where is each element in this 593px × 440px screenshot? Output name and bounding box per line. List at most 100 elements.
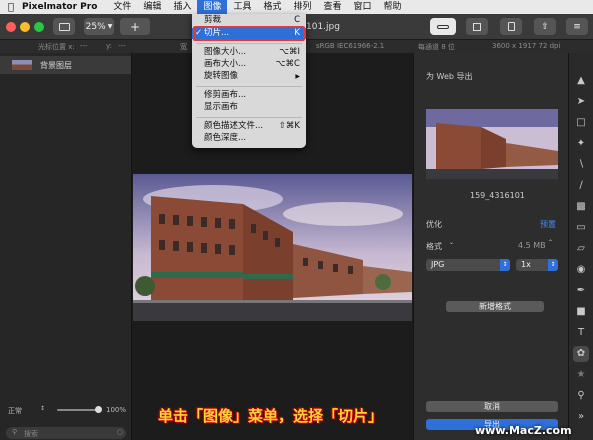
menu-separator [196,117,302,118]
menu-item-canvas-size[interactable]: 画布大小... ⌥⌘C [192,59,306,70]
chevron-down-icon: ⌄ [449,239,455,246]
layer-thumbnail [12,60,32,70]
layer-name: 背景图层 [40,60,72,70]
gradient-icon[interactable]: ▩ [573,199,589,215]
adjust-button[interactable]: ≡ [566,18,588,35]
chevron-updown-icon: ↕ [548,259,558,271]
apple-icon[interactable]:  [0,2,22,13]
menu-item-shortcut: ⌥⌘I [279,47,300,57]
add-button[interactable]: + [120,18,150,35]
menu-arrange[interactable]: 排列 [288,0,318,14]
cursor-y-label: y: [106,42,112,50]
brush-icon[interactable]: ∕ [573,178,589,194]
menu-item-reveal-canvas[interactable]: 显示画布 [192,102,306,113]
pencil-icon [437,24,449,29]
menu-item-label: 修剪画布... [204,90,247,100]
watermark: www.MacZ.com [475,424,572,437]
menu-edit[interactable]: 编辑 [137,0,167,14]
eyedropper-icon[interactable]: ∖ [573,157,589,173]
sliders-icon: ≡ [573,21,581,32]
arrange-icon[interactable]: ➤ [573,94,589,110]
retouch-icon[interactable]: ▱ [573,241,589,257]
menu-item-color-depth[interactable]: 颜色深度... [192,133,306,144]
app-window:  Pixelmator Pro 文件 编辑 插入 图像 工具 格式 排列 查看… [0,0,593,440]
menu-insert[interactable]: 插入 [167,0,197,14]
filter-icon[interactable]: ○ [117,428,123,436]
magic-icon[interactable]: ✦ [573,136,589,152]
minimize-window-button[interactable] [20,22,30,32]
type-icon[interactable]: T [573,325,589,341]
menu-item-label: 剪裁 [204,15,222,25]
menu-image[interactable]: 图像 [197,0,228,14]
eraser-icon[interactable]: ▭ [573,220,589,236]
document-button[interactable] [500,18,522,35]
export-title: 为 Web 导出 [426,72,473,81]
menu-item-crop[interactable]: 剪裁 C [192,15,306,26]
style-icon[interactable]: ▲ [573,73,589,89]
preset-link[interactable]: 预置 [540,219,556,230]
menu-item-label: 图像大小... [204,47,247,57]
pen-icon[interactable]: ✒ [573,283,589,299]
menu-item-rotate-image[interactable]: 旋转图像 ▶ [192,71,306,82]
cursor-x-label: 光标位置 x: [38,43,75,51]
menu-tools[interactable]: 工具 [227,0,257,14]
layer-search[interactable]: ⚲ 搜索 ○ [6,427,126,439]
share-icon: ⇧ [541,21,549,32]
menu-separator [196,86,302,87]
export-preview[interactable] [426,109,558,179]
effects-icon[interactable]: ✿ [573,346,589,362]
shape-icon[interactable]: ■ [573,304,589,320]
zoom-window-button[interactable] [34,22,44,32]
crop-icon [473,22,481,31]
menu-window[interactable]: 窗口 [348,0,378,14]
menu-help[interactable]: 帮助 [378,0,408,14]
opacity-value: 100% [106,406,127,414]
chevron-down-icon: ▼ [107,23,113,30]
tools-toggle-button[interactable] [430,18,456,35]
menu-format[interactable]: 格式 [257,0,287,14]
close-window-button[interactable] [6,22,16,32]
more-icon[interactable]: » [573,409,589,425]
scale-popup[interactable]: 1x ↕ [516,259,558,271]
color-adjust-icon[interactable]: ◉ [573,262,589,278]
tutorial-caption: 单击「图像」菜单，选择「切片」 [158,407,384,425]
menu-item-trim-canvas[interactable]: 修剪画布... [192,90,306,101]
tools-panel: ▲ ➤ □ ✦ ∖ ∕ ▩ ▭ ▱ ◉ ✒ ■ T ✿ ★ ⚲ » [568,53,593,440]
zoom-popup[interactable]: 25% ▼ [84,18,114,35]
menu-item-label: 旋转图像 [204,71,239,81]
layer-row[interactable]: 背景图层 [0,56,131,74]
zoom-icon[interactable]: ⚲ [573,388,589,404]
menu-item-shortcut: ⇧⌘K [278,121,300,131]
color-profile: sRGB IEC61966-2.1 [316,42,385,50]
share-button[interactable]: ⇧ [534,18,556,35]
sidebar-icon [58,22,70,31]
opacity-slider-knob[interactable] [95,406,102,413]
menu-item-label: 颜色描述文件... [204,121,264,131]
crop-button[interactable] [466,18,488,35]
cursor-y-value: --- [118,42,126,50]
highlight-box [193,26,305,41]
menu-item-image-size[interactable]: 图像大小... ⌥⌘I [192,47,306,58]
cursor-x-value: --- [80,42,88,50]
menu-item-color-profile[interactable]: 颜色描述文件... ⇧⌘K [192,121,306,132]
menu-view[interactable]: 查看 [318,0,348,14]
opacity-slider[interactable] [57,409,99,411]
add-format-button[interactable]: 新增格式 [446,301,544,312]
app-menu[interactable]: Pixelmator Pro [22,2,97,12]
menu-file[interactable]: 文件 [107,0,137,14]
menu-item-shortcut: C [294,15,300,25]
menu-separator [196,43,302,44]
view-mode-button[interactable] [53,18,75,35]
width-label: 宽 [180,43,187,51]
star-icon[interactable]: ★ [573,367,589,383]
blend-mode-popup[interactable]: 正常 [8,406,22,416]
disclosure-icon[interactable]: ⌃ [548,239,553,246]
file-size: 4.5 MB [518,241,546,250]
format-label[interactable]: 格式 [426,241,442,252]
cancel-button[interactable]: 取消 [426,401,558,412]
document-icon [507,22,515,31]
format-popup[interactable]: JPG ↕ [426,259,510,271]
format-value: JPG [431,260,445,269]
select-icon[interactable]: □ [573,115,589,131]
preview-photo [426,109,558,179]
